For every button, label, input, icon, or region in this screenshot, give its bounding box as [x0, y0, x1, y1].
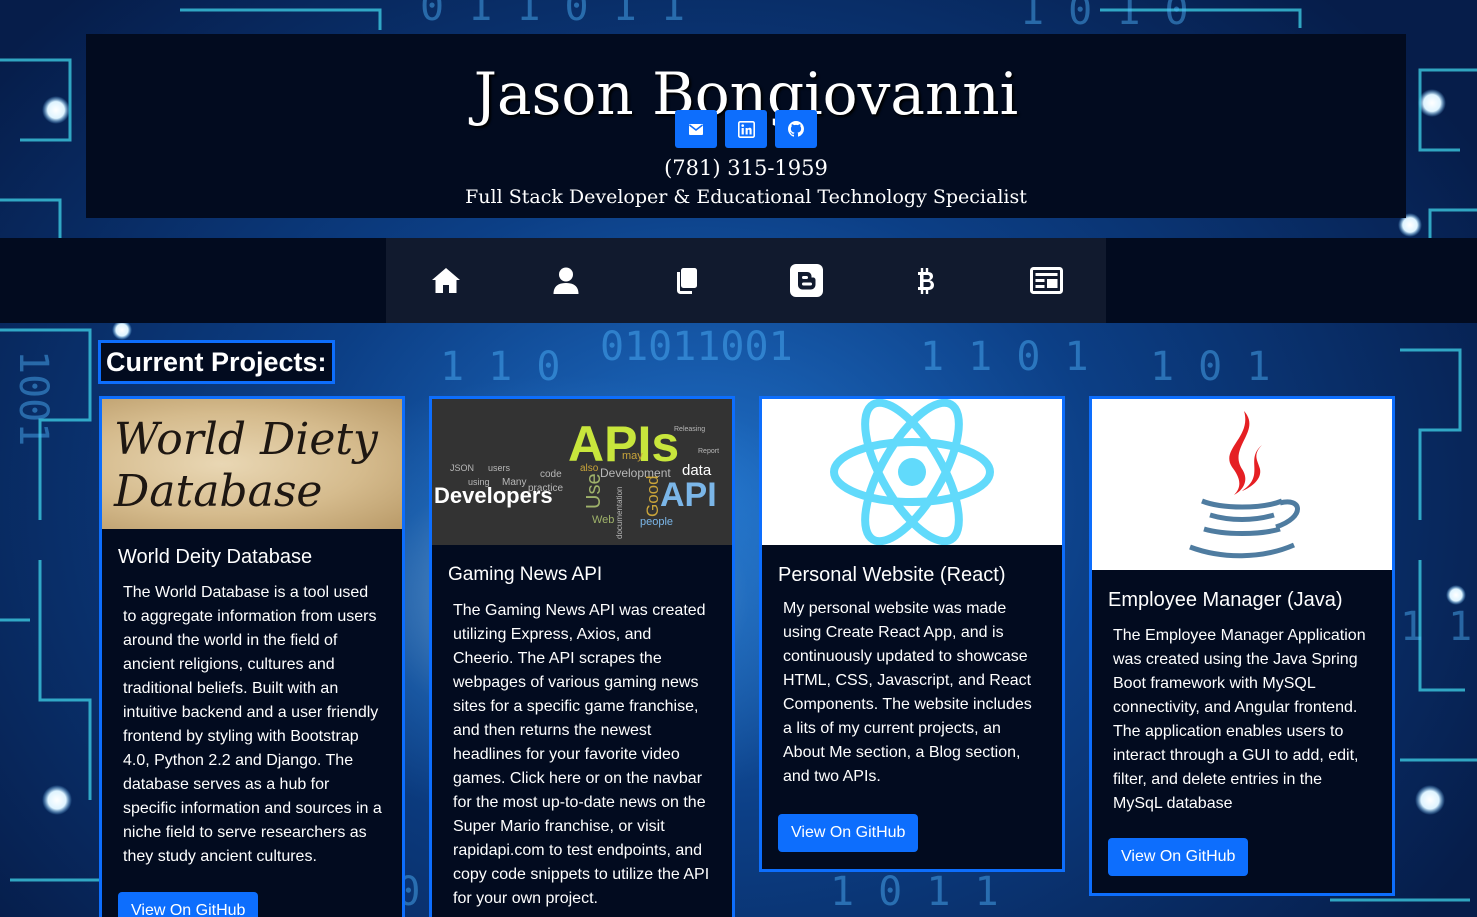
wordcloud-word: Use — [583, 473, 605, 509]
wordcloud-word: practice — [528, 483, 563, 494]
wordcloud-word: Releasing — [674, 426, 705, 433]
github-icon — [788, 121, 804, 137]
newspaper-icon — [1029, 267, 1063, 294]
project-card-personal-website: Personal Website (React) My personal web… — [759, 396, 1065, 872]
view-on-github-button[interactable]: View On GitHub — [778, 814, 919, 852]
wordcloud-word: using — [468, 477, 490, 487]
wordcloud-word: people — [640, 516, 673, 528]
card-description: My personal website was made using Creat… — [783, 600, 1032, 785]
project-card-employee-manager: Employee Manager (Java) The Employee Man… — [1089, 396, 1395, 896]
wordcloud-word: Web — [592, 514, 614, 526]
wordcloud-word: data — [682, 462, 712, 479]
react-logo-image — [762, 399, 1062, 545]
svg-text:0 1 1 0 1 1: 0 1 1 0 1 1 — [420, 0, 685, 30]
wordcloud-word: may — [622, 450, 643, 462]
card-title: World Deity Database — [118, 546, 313, 568]
card-title: Employee Manager (Java) — [1108, 589, 1343, 611]
svg-text:1001: 1001 — [10, 350, 56, 446]
wordcloud-word: documentation — [615, 487, 624, 539]
java-logo-icon — [1189, 411, 1300, 559]
project-card-gaming-news-api: APIs Developers API data Development Use… — [429, 396, 735, 917]
view-on-github-button[interactable]: View On GitHub — [1108, 838, 1249, 876]
wordcloud-word: Many — [502, 477, 526, 488]
apis-wordcloud-image: APIs Developers API data Development Use… — [432, 399, 732, 545]
header-panel: Jason Bongiovanni (781) 315-1959 Full St… — [86, 34, 1406, 218]
nav-blog[interactable] — [746, 238, 866, 323]
bitcoin-icon — [918, 267, 934, 294]
wordcloud-word: code — [540, 469, 562, 480]
world-deity-image: World Diety Database — [102, 399, 402, 529]
tagline: Full Stack Developer & Educational Techn… — [465, 186, 1027, 208]
svg-text:1 0 1: 1 0 1 — [1150, 344, 1270, 390]
nav-crypto[interactable] — [866, 238, 986, 323]
social-links — [86, 110, 1406, 148]
svg-text:01011001: 01011001 — [600, 324, 793, 370]
world-deity-image-text-1: World Diety — [114, 414, 378, 465]
card-description: The World Database is a tool used to agg… — [123, 584, 382, 865]
navbar — [386, 238, 1106, 323]
card-title: Gaming News API — [448, 564, 603, 585]
nav-about[interactable] — [506, 238, 626, 323]
wordcloud-word: also — [580, 463, 599, 474]
react-logo-icon — [830, 399, 994, 545]
card-description: The Gaming News API was created utilizin… — [453, 602, 710, 907]
wordcloud-word: JSON — [450, 463, 474, 473]
svg-text:1 0 1 0: 1 0 1 0 — [1020, 0, 1189, 34]
copy-icon — [677, 268, 697, 294]
wordcloud-word: Report — [698, 448, 719, 455]
card-title: Personal Website (React) — [778, 564, 1006, 586]
phone-number: (781) 315-1959 — [664, 156, 828, 180]
java-logo-image — [1092, 399, 1392, 570]
wordcloud-word: API — [660, 476, 717, 514]
svg-text:1 1 0: 1 1 0 — [440, 344, 560, 390]
wordcloud-word: users — [488, 463, 511, 473]
svg-text:1 1 0 1: 1 1 0 1 — [920, 334, 1089, 380]
section-heading: Current Projects: — [98, 340, 335, 384]
nav-news[interactable] — [986, 238, 1106, 323]
nav-projects[interactable] — [626, 238, 746, 323]
home-icon — [432, 268, 460, 293]
world-deity-image-text-2: Database — [114, 466, 323, 517]
card-description: The Employee Manager Application was cre… — [1113, 627, 1366, 812]
linkedin-button[interactable] — [725, 110, 767, 148]
blogger-icon — [789, 264, 823, 297]
linkedin-icon — [737, 120, 755, 138]
wordcloud-word: Good — [643, 475, 662, 517]
view-on-github-button[interactable]: View On GitHub — [118, 892, 259, 917]
svg-text:1 1: 1 1 — [1400, 604, 1472, 650]
email-icon — [689, 123, 703, 135]
user-icon — [553, 267, 579, 294]
nav-home[interactable] — [386, 238, 506, 323]
email-button[interactable] — [675, 110, 717, 148]
github-button[interactable] — [775, 110, 817, 148]
svg-text:1 0 1 1: 1 0 1 1 — [830, 869, 999, 915]
project-card-world-deity: World Diety Database World Deity Databas… — [99, 396, 405, 917]
